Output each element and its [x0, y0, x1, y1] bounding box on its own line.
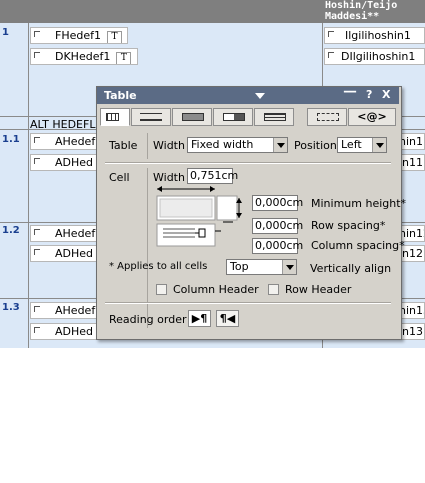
- tab-tags[interactable]: <@>: [348, 108, 396, 126]
- chevron-down-icon[interactable]: [282, 260, 296, 274]
- palette-tabs: <@>: [100, 108, 396, 126]
- table-width-select[interactable]: Fixed width: [187, 137, 288, 153]
- separator: [105, 302, 391, 304]
- palette-panel: Table Width Fixed width Position Left Ce…: [100, 126, 406, 334]
- chevron-down-icon[interactable]: [372, 138, 386, 152]
- palette-title: Table: [104, 89, 137, 102]
- section-label: ALT HEDEFL: [30, 118, 96, 131]
- column-header-checkbox[interactable]: [156, 284, 167, 295]
- tab-shading[interactable]: [172, 108, 212, 126]
- help-icon[interactable]: ?: [366, 88, 372, 101]
- header-line-2: Maddesi**: [325, 11, 380, 22]
- collapse-icon[interactable]: ━━: [344, 87, 356, 98]
- vertical-align-select[interactable]: Top: [226, 259, 297, 275]
- table-width-label: Width: [153, 139, 185, 152]
- row-spacing-input[interactable]: 0,000cm: [252, 218, 303, 234]
- tags-icon: <@>: [357, 110, 387, 123]
- tab-row[interactable]: [254, 108, 294, 126]
- palette-title-bar[interactable]: Table ━━ ? X: [97, 87, 399, 104]
- position-label: Position: [294, 139, 337, 152]
- form-field[interactable]: Ilgilihoshin1: [324, 27, 425, 44]
- vertical-align-label: Vertically align: [310, 262, 392, 275]
- cell-spacing-diagram: [156, 186, 242, 247]
- row-number: 1.2: [2, 225, 20, 236]
- row-icon: [264, 113, 286, 121]
- borders-icon: [140, 113, 162, 121]
- cell-icon: [223, 113, 245, 121]
- column-header-label: Column Header: [173, 283, 259, 296]
- min-height-input[interactable]: 0,000cm: [252, 195, 303, 211]
- table-palette: Table ━━ ? X <@> Table Width Fixed width…: [96, 86, 406, 340]
- text-type-icon[interactable]: T: [107, 31, 122, 43]
- divider: [147, 168, 148, 328]
- column-divider: [28, 23, 29, 348]
- left-to-right-button[interactable]: ▶¶: [188, 310, 211, 327]
- column-header-text: Hoshin/Teijo Maddesi**: [325, 0, 425, 23]
- form-field[interactable]: FHedef1 T: [30, 27, 128, 44]
- cell-width-label: Width: [153, 171, 185, 184]
- palette-menu-chevron-icon[interactable]: [255, 93, 265, 99]
- applies-note: * Applies to all cells: [109, 261, 208, 272]
- row-header-label: Row Header: [285, 283, 352, 296]
- cell-section-label: Cell: [109, 171, 130, 184]
- form-field[interactable]: DIlgilihoshin1: [324, 48, 425, 65]
- table-icon: [106, 113, 119, 121]
- text-type-icon[interactable]: T: [116, 52, 132, 64]
- cell-width-input[interactable]: 0,751cm: [187, 168, 238, 184]
- reading-order-label: Reading order: [109, 313, 187, 326]
- divider: [147, 133, 148, 159]
- column-spacing-input[interactable]: 0,000cm: [252, 238, 303, 254]
- row-number: 1: [2, 27, 9, 38]
- tab-column[interactable]: [307, 108, 347, 126]
- tab-borders[interactable]: [131, 108, 171, 126]
- column-icon: [317, 113, 339, 121]
- shading-icon: [182, 113, 204, 121]
- separator: [105, 162, 391, 164]
- tab-cell[interactable]: [213, 108, 253, 126]
- column-spacing-label: Column spacing*: [311, 239, 405, 252]
- row-header-checkbox[interactable]: [268, 284, 279, 295]
- tab-table[interactable]: [100, 108, 130, 126]
- row-number: 1.1: [2, 134, 20, 145]
- form-field[interactable]: DKHedef1 T: [30, 48, 138, 65]
- header-line-1: Hoshin/Teijo: [325, 0, 398, 11]
- row-spacing-label: Row spacing*: [311, 219, 386, 232]
- chevron-down-icon[interactable]: [273, 138, 287, 152]
- table-section-label: Table: [109, 139, 138, 152]
- row-number: 1.3: [2, 302, 20, 313]
- close-icon[interactable]: X: [382, 88, 390, 101]
- min-height-label: Minimum height*: [311, 197, 407, 210]
- right-to-left-button[interactable]: ¶◀: [216, 310, 239, 327]
- position-select[interactable]: Left: [337, 137, 387, 153]
